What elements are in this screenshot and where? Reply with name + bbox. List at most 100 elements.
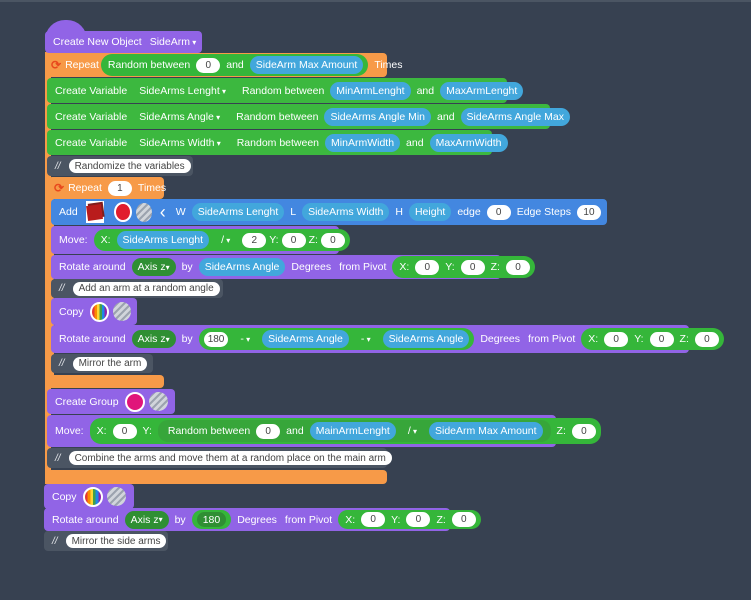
and-label: and bbox=[286, 425, 304, 437]
operator-dropdown[interactable]: - bbox=[240, 333, 250, 345]
comment-text[interactable]: Mirror the side arms bbox=[65, 534, 167, 548]
max-variable[interactable]: MainArmLenght bbox=[309, 422, 396, 440]
x-input[interactable]: 0 bbox=[361, 512, 386, 527]
material-chrome-icon[interactable] bbox=[106, 487, 126, 506]
max-variable[interactable]: SideArm Max Amount bbox=[249, 56, 364, 74]
rotate-block-2[interactable]: Rotate around Axis z by 180 - SideArms A… bbox=[51, 325, 724, 353]
variable-name-dropdown[interactable]: SideArms Lenght bbox=[139, 85, 226, 97]
edge-steps-input[interactable]: 10 bbox=[576, 204, 601, 220]
max-variable[interactable]: MaxArmLenght bbox=[440, 81, 524, 100]
z-input[interactable]: 0 bbox=[505, 259, 530, 275]
xyz-group: X: SideArms Lenght / 2 Y: 0 Z: 0 bbox=[93, 229, 350, 251]
material-chrome-icon[interactable] bbox=[148, 392, 168, 411]
length-variable[interactable]: SideArms Width bbox=[302, 203, 390, 221]
create-variable-block-2[interactable]: Create Variable SideArms Angle Random be… bbox=[47, 104, 571, 129]
angle-variable[interactable]: SideArms Angle bbox=[382, 330, 470, 348]
copy-block-1[interactable]: Copy bbox=[51, 298, 137, 325]
material-chrome-icon[interactable] bbox=[112, 302, 131, 321]
min-input[interactable]: 0 bbox=[196, 57, 221, 73]
add-shape-block[interactable]: Add ‹ W SideArms Lenght L SideArms Width… bbox=[51, 199, 607, 225]
angle-number-input[interactable]: 180 bbox=[203, 331, 229, 347]
color-swatch-pink[interactable] bbox=[124, 391, 145, 412]
color-swatch-red[interactable] bbox=[114, 202, 132, 222]
comment-block-3[interactable]: // Mirror the arm bbox=[51, 354, 153, 373]
create-variable-label: Create Variable bbox=[55, 84, 128, 97]
x-variable[interactable]: SideArms Lenght bbox=[116, 231, 210, 249]
x-input[interactable]: 0 bbox=[604, 331, 629, 347]
comment-block-5[interactable]: // Mirror the side arms bbox=[44, 531, 168, 551]
min-variable[interactable]: MinArmLenght bbox=[330, 81, 411, 100]
random-between-reporter[interactable]: Random between 0 and MainArmLenght / Sid… bbox=[157, 420, 551, 442]
axis-dropdown[interactable]: Axis z bbox=[131, 258, 176, 276]
comment-block-1[interactable]: // Randomize the variables bbox=[47, 156, 193, 176]
random-between-reporter[interactable]: Random between 0 and SideArm Max Amount bbox=[100, 54, 369, 76]
divisor-input[interactable]: 2 bbox=[242, 232, 267, 248]
move-label: Move: bbox=[59, 234, 88, 246]
y-input[interactable]: 0 bbox=[460, 259, 485, 275]
height-variable[interactable]: Height bbox=[408, 203, 452, 221]
create-variable-block-3[interactable]: Create Variable SideArms Width Random be… bbox=[47, 130, 508, 155]
pivot-label: from Pivot bbox=[528, 333, 576, 345]
angle-number-input[interactable]: 180 bbox=[196, 512, 227, 527]
copy-label: Copy bbox=[52, 490, 77, 503]
z-input[interactable]: 0 bbox=[694, 331, 719, 347]
cube-shape-icon[interactable] bbox=[85, 201, 105, 223]
create-object-label: Create New Object bbox=[53, 36, 142, 48]
comment-icon: // bbox=[59, 283, 65, 294]
min-variable[interactable]: MinArmWidth bbox=[325, 133, 401, 152]
chevron-left-icon[interactable]: ‹ bbox=[160, 203, 166, 221]
y-input[interactable]: 0 bbox=[649, 331, 674, 347]
random-label: Random between bbox=[236, 110, 319, 123]
comment-block-2[interactable]: // Add an arm at a random angle bbox=[51, 279, 223, 298]
create-object-block[interactable]: Create New Object SideArm bbox=[45, 31, 202, 53]
repeat-count-input[interactable]: 1 bbox=[107, 180, 132, 196]
width-variable[interactable]: SideArms Lenght bbox=[191, 203, 285, 221]
min-input[interactable]: 0 bbox=[256, 423, 281, 439]
operator-dropdown[interactable]: - bbox=[361, 333, 371, 345]
edge-input[interactable]: 0 bbox=[486, 204, 511, 220]
repeat-block[interactable]: ⟳ Repeat Random between 0 and SideArm Ma… bbox=[45, 53, 403, 77]
comment-text[interactable]: Add an arm at a random angle bbox=[72, 281, 220, 296]
copy-block-2[interactable]: Copy bbox=[44, 484, 134, 509]
variable-name-dropdown[interactable]: SideArms Angle bbox=[139, 111, 220, 123]
rotate-block-1[interactable]: Rotate around Axis z by SideArms Angle D… bbox=[51, 255, 535, 279]
operator-dropdown[interactable]: / bbox=[221, 234, 230, 246]
create-variable-block-1[interactable]: Create Variable SideArms Lenght Random b… bbox=[47, 78, 524, 103]
comment-text[interactable]: Combine the arms and move them at a rand… bbox=[68, 451, 392, 465]
angle-variable[interactable]: SideArms Angle bbox=[262, 330, 349, 348]
comment-text[interactable]: Mirror the arm bbox=[72, 356, 148, 371]
copy-label: Copy bbox=[59, 305, 84, 318]
create-group-block[interactable]: Create Group bbox=[47, 389, 175, 414]
min-variable[interactable]: SideArms Angle Min bbox=[324, 107, 432, 126]
xyz-group: X: 0 Y: Random between 0 and MainArmLeng… bbox=[89, 418, 601, 444]
object-dropdown[interactable]: SideArm bbox=[150, 36, 197, 48]
y-input[interactable]: 0 bbox=[281, 232, 306, 248]
x-label: X: bbox=[345, 513, 356, 526]
axis-dropdown[interactable]: Axis z bbox=[124, 510, 169, 529]
move-block-1[interactable]: Move: X: SideArms Lenght / 2 Y: 0 Z: 0 bbox=[51, 226, 350, 254]
repeat-block-2[interactable]: ⟳ Repeat 1 Times bbox=[48, 177, 166, 199]
divisor-variable[interactable]: SideArm Max Amount bbox=[429, 422, 543, 440]
variable-name-dropdown[interactable]: SideArms Width bbox=[139, 137, 221, 149]
axis-dropdown[interactable]: Axis z bbox=[131, 330, 176, 348]
rotate-block-3[interactable]: Rotate around Axis z by 180 Degrees from… bbox=[44, 508, 481, 531]
color-swatch-rainbow[interactable] bbox=[82, 486, 103, 507]
z-input[interactable]: 0 bbox=[451, 512, 476, 527]
y-input[interactable]: 0 bbox=[406, 512, 431, 527]
move-block-2[interactable]: Move: X: 0 Y: Random between 0 and MainA… bbox=[47, 415, 601, 447]
x-input[interactable]: 0 bbox=[415, 259, 440, 275]
angle-reporter: 180 bbox=[191, 510, 232, 529]
max-variable[interactable]: SideArms Angle Max bbox=[460, 107, 571, 126]
angle-variable[interactable]: SideArms Angle bbox=[198, 258, 286, 276]
comment-block-4[interactable]: // Combine the arms and move them at a r… bbox=[47, 448, 392, 468]
max-variable[interactable]: MaxArmWidth bbox=[429, 133, 508, 152]
z-input[interactable]: 0 bbox=[320, 232, 345, 248]
color-swatch-rainbow[interactable] bbox=[89, 301, 109, 322]
operator-dropdown[interactable]: / bbox=[408, 425, 417, 437]
z-input[interactable]: 0 bbox=[571, 423, 596, 439]
material-chrome-icon[interactable] bbox=[135, 202, 152, 222]
comment-text[interactable]: Randomize the variables bbox=[68, 159, 191, 173]
repeat-label: Repeat bbox=[68, 182, 102, 194]
by-label: by bbox=[181, 261, 193, 273]
x-input[interactable]: 0 bbox=[112, 423, 137, 439]
